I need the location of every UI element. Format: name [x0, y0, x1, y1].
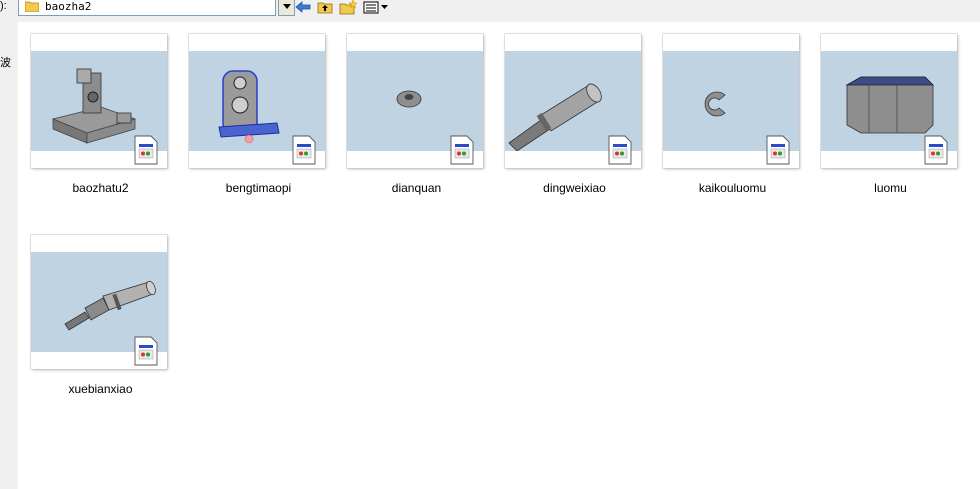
sidebar-partial-label: 波: [0, 57, 11, 69]
file-name-label: bengtimaopi: [225, 181, 292, 195]
file-item[interactable]: kaikouluomu: [650, 24, 810, 199]
drawing-file-icon: [134, 135, 158, 165]
up-one-level-button[interactable]: [315, 0, 335, 16]
drawing-file-icon: [766, 135, 790, 165]
new-folder-icon: [339, 0, 357, 14]
drawing-file-icon: [608, 135, 632, 165]
dialog-toolbar: baozha2: [18, 0, 980, 22]
file-name-label: xuebianxiao: [68, 382, 133, 396]
file-item[interactable]: luomu: [808, 24, 968, 199]
back-arrow-icon: [295, 1, 311, 13]
drawing-file-icon: [924, 135, 948, 165]
file-item[interactable]: dianquan: [334, 24, 494, 199]
file-name-label: dianquan: [391, 181, 442, 195]
current-folder-name: baozha2: [45, 0, 92, 13]
view-menu-button[interactable]: [362, 0, 390, 16]
look-in-label: ):: [0, 0, 7, 12]
file-name-label: kaikouluomu: [698, 181, 767, 195]
file-name-label: baozhatu2: [72, 181, 129, 195]
drawing-file-icon: [292, 135, 316, 165]
file-item[interactable]: bengtimaopi: [176, 24, 336, 199]
drawing-file-icon: [134, 336, 158, 366]
up-folder-icon: [317, 2, 333, 14]
file-name-label: dingweixiao: [543, 181, 606, 195]
chevron-down-icon: [282, 3, 291, 9]
file-item[interactable]: baozhatu2: [18, 24, 178, 199]
file-item[interactable]: xuebianxiao: [18, 225, 178, 400]
file-name-label: luomu: [874, 181, 907, 195]
file-item[interactable]: dingweixiao: [492, 24, 652, 199]
new-folder-button[interactable]: [338, 0, 358, 16]
look-in-combobox[interactable]: baozha2: [18, 0, 276, 16]
left-sidebar-edge: ): 波: [0, 0, 18, 489]
drawing-file-icon: [450, 135, 474, 165]
back-button[interactable]: [293, 0, 313, 16]
file-list-pane[interactable]: baozhatu2 bengtimaopi dianquan dingweixi…: [18, 22, 980, 489]
view-menu-icon: [363, 1, 388, 14]
folder-icon: [25, 1, 39, 12]
